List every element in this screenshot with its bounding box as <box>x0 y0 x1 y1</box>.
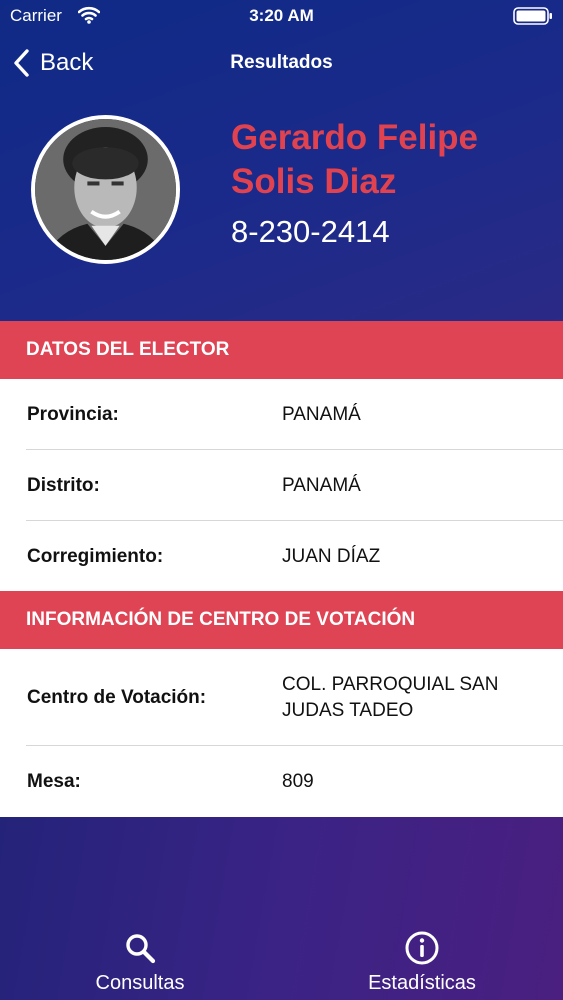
avatar <box>31 115 180 264</box>
list-item: Provincia: PANAMÁ <box>0 379 563 450</box>
status-bar: Carrier 3:20 AM <box>0 0 563 32</box>
row-label: Corregimiento: <box>27 545 164 567</box>
tab-consultas[interactable]: Consultas <box>40 930 240 995</box>
tab-estadisticas[interactable]: Estadísticas <box>322 930 522 995</box>
row-label: Provincia: <box>27 403 119 425</box>
battery-icon <box>513 7 552 25</box>
info-icon <box>405 931 439 965</box>
voter-name-line1: Gerardo Felipe <box>231 118 479 157</box>
row-label: Centro de Votación: <box>27 686 207 708</box>
tab-label: Consultas <box>95 972 185 994</box>
row-value: PANAMÁ <box>282 403 361 425</box>
voter-name-line2: Solis Diaz <box>231 162 397 201</box>
row-value: COL. PARROQUIAL SAN JUDAS TADEO <box>282 673 499 721</box>
person-photo <box>35 119 176 260</box>
list-item: Corregimiento: JUAN DÍAZ <box>0 521 563 592</box>
list-item: Centro de Votación: COL. PARROQUIAL SAN … <box>0 649 563 746</box>
row-label: Mesa: <box>27 770 81 792</box>
page-title: Resultados <box>230 52 333 73</box>
section-header-elector: DATOS DEL ELECTOR <box>0 321 563 379</box>
search-icon <box>126 934 156 964</box>
elector-rows: Provincia: PANAMÁ Distrito: PANAMÁ Corre… <box>0 379 563 592</box>
list-item: Distrito: PANAMÁ <box>0 450 563 521</box>
row-value: JUAN DÍAZ <box>282 545 381 567</box>
row-label: Distrito: <box>27 474 100 496</box>
list-item: Mesa: 809 <box>0 746 563 817</box>
section-header-voting-center: INFORMACIÓN DE CENTRO DE VOTACIÓN <box>0 591 563 649</box>
tab-label: Estadísticas <box>368 972 476 994</box>
row-value: 809 <box>282 770 314 792</box>
voting-center-rows: Centro de Votación: COL. PARROQUIAL SAN … <box>0 649 563 817</box>
voter-id-number: 8-230-2414 <box>231 214 390 249</box>
results-screen: Carrier 3:20 AM Back Resultados Gerardo … <box>0 0 563 1000</box>
status-time: 3:20 AM <box>249 6 314 25</box>
row-value: PANAMÁ <box>282 474 361 496</box>
voter-name: Gerardo Felipe Solis Diaz <box>231 116 551 204</box>
